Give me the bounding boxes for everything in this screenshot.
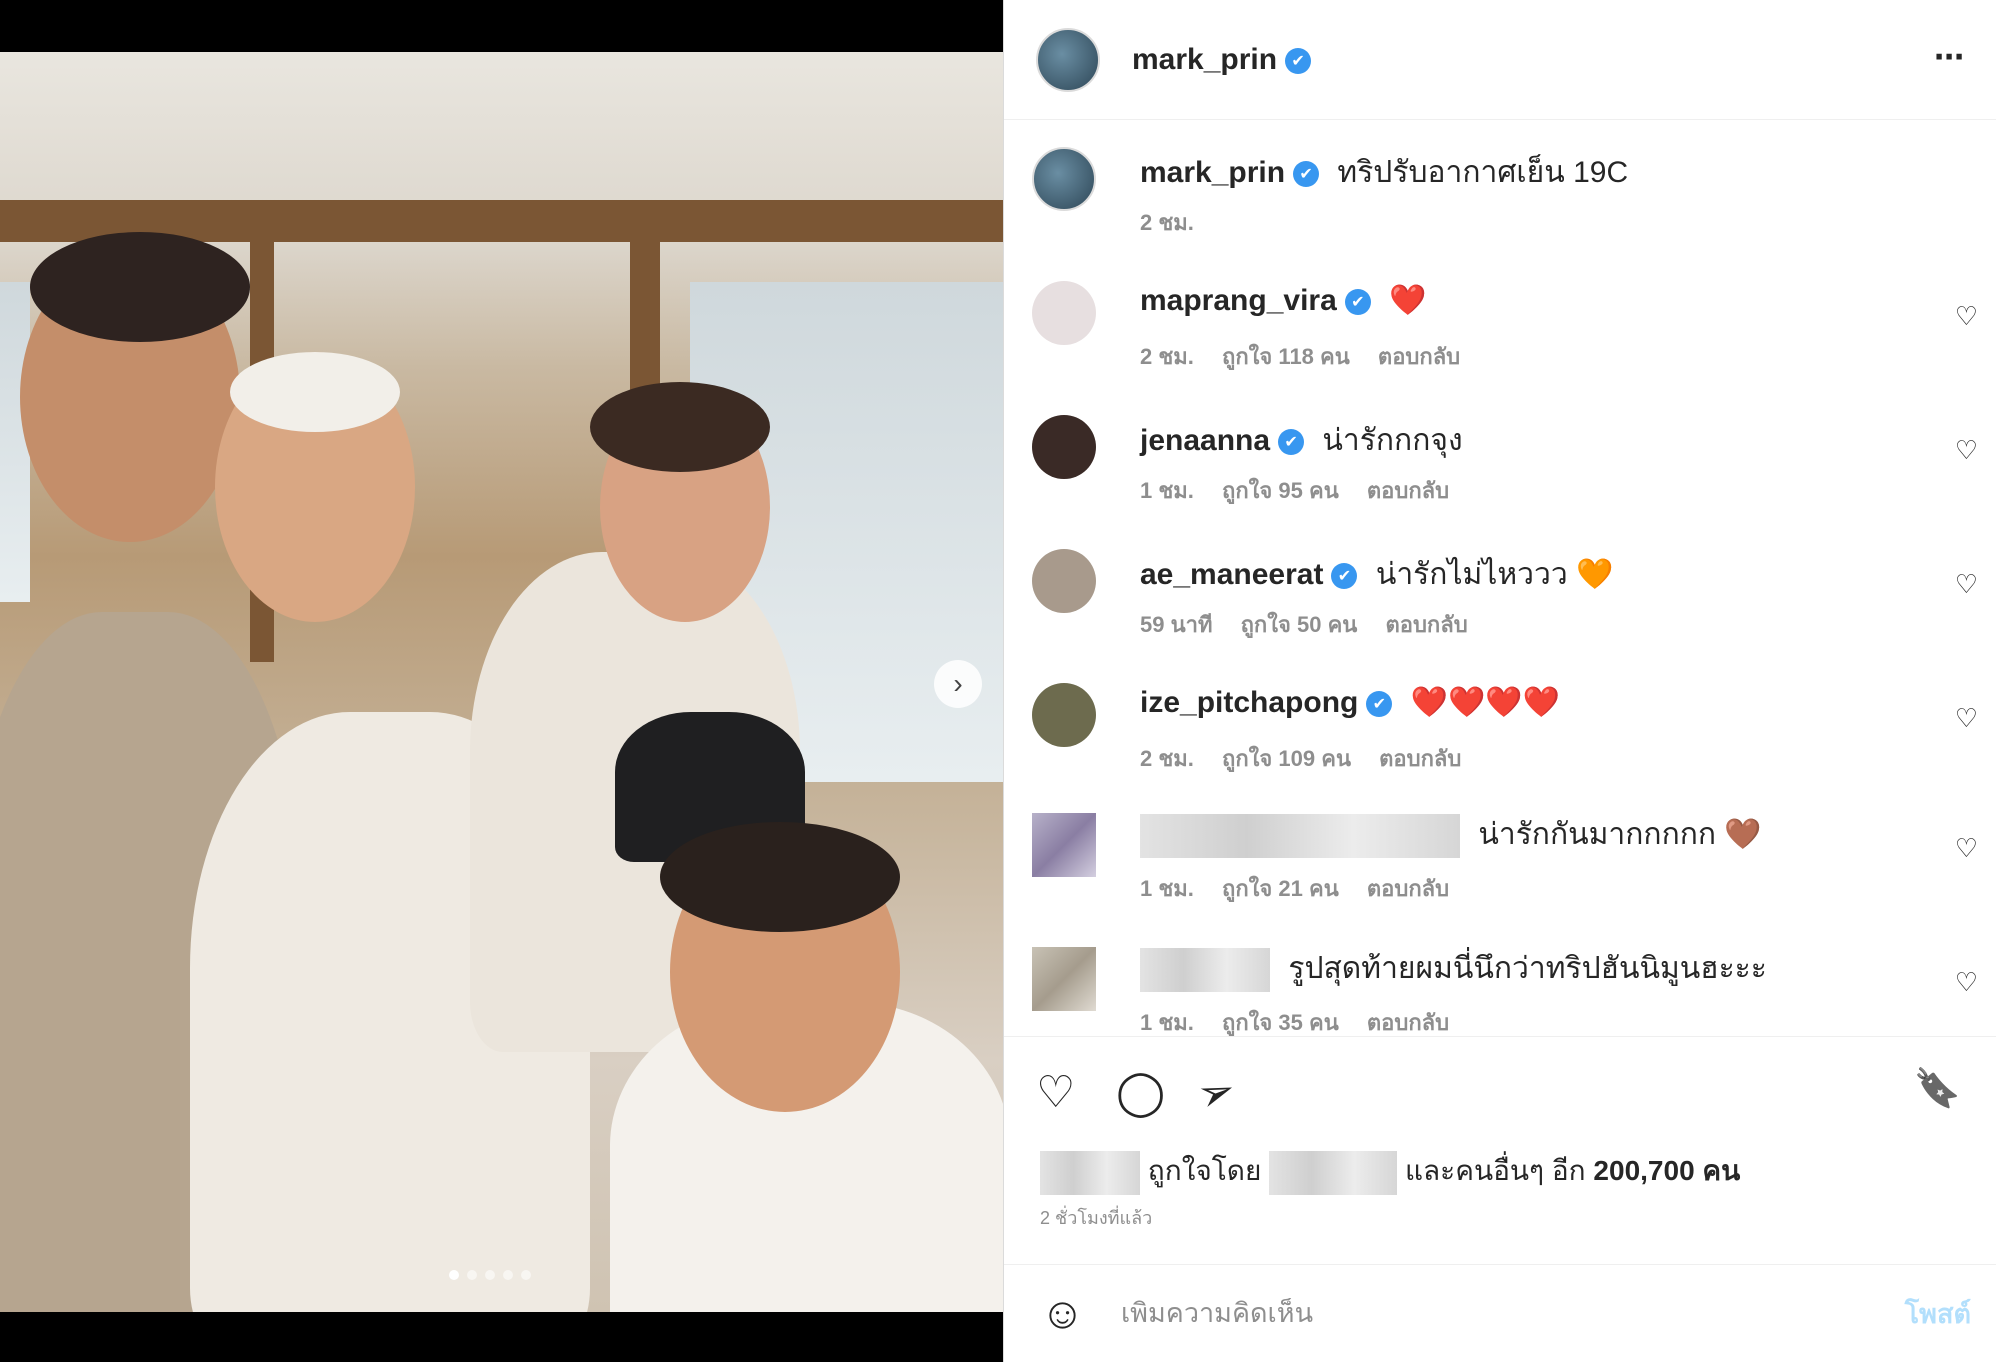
heart-icon[interactable]: ♡: [1955, 435, 1978, 466]
comment-text: น่ารักกกจุง: [1322, 424, 1463, 457]
liked-by-prefix: ถูกใจโดย: [1147, 1155, 1262, 1186]
comment-username[interactable]: ize_pitchapong: [1140, 686, 1358, 719]
carousel-dot: [521, 1270, 531, 1280]
caption-time: 2 ชม.: [1140, 210, 1194, 235]
comment-icon[interactable]: ◯: [1116, 1067, 1165, 1118]
action-bar: ♡ ◯ ➢ 🔖 ถูกใจโดย และคนอื่นๆ อีก 200,700 …: [1004, 1036, 1996, 1266]
comment-likes[interactable]: ถูกใจ 21 คน: [1222, 876, 1339, 901]
comment-text: รูปสุดท้ายผมนี่นึกว่าทริปฮันนิมูนฮะะะ: [1288, 952, 1767, 985]
emoji-icon[interactable]: ☺: [1040, 1289, 1085, 1339]
blurred-username[interactable]: [1140, 814, 1460, 859]
blurred-username[interactable]: [1140, 948, 1270, 993]
avatar[interactable]: [1032, 281, 1096, 345]
comment-time: 1 ชม.: [1140, 876, 1194, 901]
comment-time: 2 ชม.: [1140, 746, 1194, 771]
next-photo-button[interactable]: ›: [934, 660, 982, 708]
comment-item: น่ารักกันมากกกกก 🤎 1 ชม. ถูกใจ 21 คน ตอบ…: [1032, 813, 1978, 903]
comment-time: 2 ชม.: [1140, 344, 1194, 369]
verified-badge-icon: ✔: [1293, 161, 1320, 188]
comment-item: ae_maneerat ✔ น่ารักไม่ไหววว 🧡 59 นาที ถู…: [1032, 549, 1978, 639]
like-icon[interactable]: ♡: [1036, 1067, 1075, 1118]
carousel-dot: [449, 1270, 459, 1280]
avatar[interactable]: [1032, 683, 1096, 747]
avatar[interactable]: [1032, 947, 1096, 1011]
verified-badge-icon: ✔: [1331, 563, 1358, 590]
author-username[interactable]: mark_prin ✔: [1132, 42, 1312, 77]
heart-icon[interactable]: ♡: [1955, 301, 1978, 332]
heart-icon[interactable]: ♡: [1955, 967, 1978, 998]
avatar[interactable]: [1036, 27, 1100, 92]
heart-icon[interactable]: ♡: [1955, 833, 1978, 864]
carousel-dots: [449, 1270, 531, 1280]
post-timestamp: 2 ชั่วโมงที่แล้ว: [1040, 1208, 1153, 1228]
reply-button[interactable]: ตอบกลับ: [1378, 344, 1460, 369]
avatar[interactable]: [1032, 415, 1096, 479]
carousel-dot: [503, 1270, 513, 1280]
like-count[interactable]: 200,700 คน: [1593, 1155, 1740, 1186]
caption-text: ทริปรับอากาศเย็น 19C: [1337, 156, 1629, 189]
comment-text: ❤️❤️❤️❤️: [1410, 686, 1561, 719]
comment-list[interactable]: mark_prin ✔ ทริปรับอากาศเย็น 19C 2 ชม. ma…: [1004, 121, 1996, 1036]
comment-time: 1 ชม.: [1140, 1010, 1194, 1035]
comment-text: น่ารักกันมากกกกก 🤎: [1478, 818, 1762, 851]
save-icon[interactable]: 🔖: [1914, 1067, 1961, 1111]
verified-badge-icon: ✔: [1285, 47, 1312, 74]
blurred-username[interactable]: [1269, 1150, 1398, 1195]
comment-time: 59 นาที: [1140, 612, 1213, 637]
comment-item: ize_pitchapong ✔ ❤️❤️❤️❤️ 2 ชม. ถูกใจ 109…: [1032, 683, 1978, 773]
comment-likes[interactable]: ถูกใจ 50 คน: [1241, 612, 1358, 637]
comment-likes[interactable]: ถูกใจ 109 คน: [1222, 746, 1351, 771]
comment-username[interactable]: ae_maneerat: [1140, 558, 1323, 591]
blurred-avatar: [1040, 1150, 1140, 1195]
avatar[interactable]: [1032, 549, 1096, 613]
media-pane: ›: [0, 0, 1003, 1362]
reply-button[interactable]: ตอบกลับ: [1385, 612, 1467, 637]
more-options-icon[interactable]: ⋯: [1934, 40, 1966, 75]
avatar[interactable]: [1032, 147, 1096, 211]
comment-text: น่ารักไม่ไหววว 🧡: [1375, 558, 1614, 591]
comment-item: รูปสุดท้ายผมนี่นึกว่าทริปฮันนิมูนฮะะะ 1 …: [1032, 947, 1978, 1036]
caption-username[interactable]: mark_prin: [1140, 156, 1285, 189]
post-header: mark_prin ✔ ⋯: [1004, 0, 1996, 120]
comment-input[interactable]: [1120, 1298, 1861, 1329]
post-sidebar: mark_prin ✔ ⋯ mark_prin ✔ ทริปรับอากาศเย็น…: [1003, 0, 1996, 1362]
liked-by-suffix: และคนอื่นๆ อีก: [1404, 1155, 1586, 1186]
verified-badge-icon: ✔: [1278, 429, 1305, 456]
comment-likes[interactable]: ถูกใจ 35 คน: [1222, 1010, 1339, 1035]
comment-time: 1 ชม.: [1140, 478, 1194, 503]
heart-icon[interactable]: ♡: [1955, 569, 1978, 600]
avatar[interactable]: [1032, 813, 1096, 877]
heart-icon[interactable]: ♡: [1955, 703, 1978, 734]
comment-item: jenaanna ✔ น่ารักกกจุง 1 ชม. ถูกใจ 95 คน …: [1032, 415, 1978, 505]
likes-summary[interactable]: ถูกใจโดย และคนอื่นๆ อีก 200,700 คน: [1040, 1149, 1740, 1195]
chevron-right-icon: ›: [953, 668, 963, 699]
post-photo[interactable]: [0, 52, 1003, 1312]
comment-likes[interactable]: ถูกใจ 118 คน: [1222, 344, 1350, 369]
carousel-dot: [467, 1270, 477, 1280]
post-comment-button[interactable]: โพสต์: [1905, 1292, 1971, 1335]
comment-item: maprang_vira ✔ ❤️ 2 ชม. ถูกใจ 118 คน ตอบก…: [1032, 281, 1978, 371]
comment-likes[interactable]: ถูกใจ 95 คน: [1222, 478, 1339, 503]
carousel-dot: [485, 1270, 495, 1280]
verified-badge-icon: ✔: [1344, 289, 1371, 316]
comment-username[interactable]: maprang_vira: [1140, 284, 1337, 317]
reply-button[interactable]: ตอบกลับ: [1379, 746, 1461, 771]
reply-button[interactable]: ตอบกลับ: [1367, 876, 1449, 901]
comment-text: ❤️: [1389, 284, 1427, 317]
comment-username[interactable]: jenaanna: [1140, 424, 1270, 457]
verified-badge-icon: ✔: [1366, 691, 1393, 718]
reply-button[interactable]: ตอบกลับ: [1367, 1010, 1449, 1035]
caption: mark_prin ✔ ทริปรับอากาศเย็น 19C 2 ชม.: [1032, 147, 1972, 237]
comment-composer: ☺ โพสต์: [1004, 1264, 1996, 1362]
share-icon[interactable]: ➢: [1190, 1062, 1242, 1123]
reply-button[interactable]: ตอบกลับ: [1367, 478, 1449, 503]
author-username-text: mark_prin: [1132, 42, 1278, 76]
